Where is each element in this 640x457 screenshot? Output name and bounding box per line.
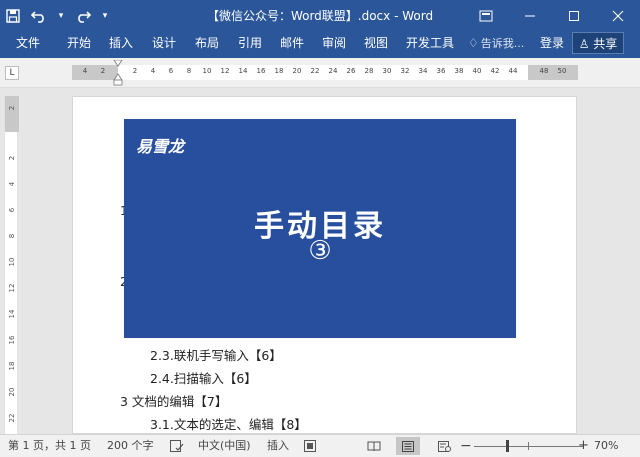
tell-me-search[interactable]: ♢ 告诉我... xyxy=(468,32,524,58)
ruler-tick: 4 xyxy=(82,67,88,75)
banner-number: ③ xyxy=(308,236,332,266)
ruler-tick: 32 xyxy=(400,67,410,75)
vruler-tick: 12 xyxy=(8,283,16,293)
vruler-tick: 14 xyxy=(8,309,16,319)
minimize-icon[interactable] xyxy=(508,0,552,32)
vruler-tick: 22 xyxy=(8,413,16,423)
tab-design[interactable]: 设计 xyxy=(152,32,176,58)
indent-marker-icon[interactable] xyxy=(113,60,123,86)
save-icon[interactable] xyxy=(0,0,26,32)
ruler-tick: 30 xyxy=(382,67,392,75)
ruler-tick: 20 xyxy=(292,67,302,75)
ruler-left-margin xyxy=(72,65,118,80)
document-title: 【微信公众号：Word联盟】.docx - Word xyxy=(206,9,434,23)
word-count[interactable]: 200 个字 xyxy=(107,435,154,457)
redo-icon[interactable] xyxy=(70,0,96,32)
ruler-tick: 24 xyxy=(328,67,338,75)
ruler-tick: 2 xyxy=(132,67,138,75)
ruler-tick: 50 xyxy=(557,67,567,75)
person-icon: ♙ xyxy=(578,37,594,51)
vertical-ruler[interactable]: 2 2 4 6 8 10 12 14 16 18 20 22 xyxy=(4,96,19,434)
vruler-tick: 6 xyxy=(8,207,16,213)
zoom-out-icon[interactable]: − xyxy=(460,435,472,457)
toc-line[interactable]: 2.3.联机手写输入【6】 xyxy=(150,345,282,364)
ruler-tick: 28 xyxy=(364,67,374,75)
window-controls xyxy=(464,0,640,32)
vruler-tick: 4 xyxy=(8,181,16,187)
vruler-tick: 2 xyxy=(8,155,16,161)
ruler-tick: 22 xyxy=(310,67,320,75)
lightbulb-icon: ♢ xyxy=(468,36,479,50)
ruler-tick: 42 xyxy=(490,67,500,75)
vruler-tick: 2 xyxy=(8,105,16,111)
toc-line[interactable]: 3 文档的编辑【7】 xyxy=(120,391,227,410)
undo-dropdown-icon[interactable]: ▾ xyxy=(52,0,70,32)
tab-review[interactable]: 审阅 xyxy=(322,32,346,58)
macro-record-icon[interactable] xyxy=(304,435,316,457)
ruler-tick: 36 xyxy=(436,67,446,75)
zoom-slider-center-mark xyxy=(528,442,529,450)
close-icon[interactable] xyxy=(596,0,640,32)
ruler-tick: 34 xyxy=(418,67,428,75)
tab-insert[interactable]: 插入 xyxy=(109,32,133,58)
tab-mailings[interactable]: 邮件 xyxy=(280,32,304,58)
ruler-tick: 12 xyxy=(220,67,230,75)
ruler-tick: 16 xyxy=(256,67,266,75)
maximize-icon[interactable] xyxy=(552,0,596,32)
share-label: 共享 xyxy=(593,37,618,51)
horizontal-ruler[interactable]: 4 2 2 4 6 8 10 12 14 16 18 20 22 24 26 2… xyxy=(72,65,578,80)
vruler-tick: 18 xyxy=(8,361,16,371)
ruler-tick: 4 xyxy=(150,67,156,75)
print-layout-icon[interactable] xyxy=(396,437,420,455)
ruler-tick: 38 xyxy=(454,67,464,75)
login-button[interactable]: 登录 xyxy=(540,32,564,58)
tab-home[interactable]: 开始 xyxy=(67,32,91,58)
ruler-area: L 4 2 2 4 6 8 10 12 14 16 18 20 22 24 26… xyxy=(0,58,640,88)
vruler-tick: 20 xyxy=(8,387,16,397)
toc-line[interactable]: 3.1.文本的选定、编辑【8】 xyxy=(150,414,307,433)
zoom-slider[interactable] xyxy=(474,446,584,447)
ruler-tick: 44 xyxy=(508,67,518,75)
customize-qat-icon[interactable]: ▾ xyxy=(96,0,114,32)
brand-logo: 易雪龙 xyxy=(136,137,185,156)
toc-line[interactable]: 2.4.扫描输入【6】 xyxy=(150,368,257,387)
tab-layout[interactable]: 布局 xyxy=(195,32,219,58)
ruler-right-margin xyxy=(528,65,578,80)
title-bar: ▾ ▾ 【微信公众号：Word联盟】.docx - Word xyxy=(0,0,640,32)
vruler-tick: 8 xyxy=(8,233,16,239)
insert-mode[interactable]: 插入 xyxy=(267,435,289,457)
ruler-tick: 10 xyxy=(202,67,212,75)
ruler-tick: 40 xyxy=(472,67,482,75)
vruler-tick: 16 xyxy=(8,335,16,345)
ruler-tick: 26 xyxy=(346,67,356,75)
page-count[interactable]: 第 1 页，共 1 页 xyxy=(8,435,91,457)
proofing-icon[interactable] xyxy=(170,435,184,457)
tab-file[interactable]: 文件 xyxy=(16,32,40,58)
tab-references[interactable]: 引用 xyxy=(238,32,262,58)
ribbon-tabs: 文件 开始 插入 设计 布局 引用 邮件 审阅 视图 开发工具 ♢ 告诉我... … xyxy=(0,32,640,58)
tell-me-label: 告诉我... xyxy=(480,37,525,50)
language[interactable]: 中文(中国) xyxy=(198,435,251,457)
ribbon-display-options-icon[interactable] xyxy=(464,0,508,32)
zoom-level[interactable]: 70% xyxy=(594,435,618,457)
zoom-in-icon[interactable]: + xyxy=(578,435,589,457)
tab-developer[interactable]: 开发工具 xyxy=(406,32,454,58)
web-layout-icon[interactable] xyxy=(432,437,456,455)
ruler-tick: 48 xyxy=(539,67,549,75)
share-button[interactable]: ♙ 共享 xyxy=(572,32,624,54)
vruler-tick: 10 xyxy=(8,257,16,267)
status-bar: 第 1 页，共 1 页 200 个字 中文(中国) 插入 − + 70% xyxy=(0,434,640,457)
zoom-slider-thumb[interactable] xyxy=(506,440,509,452)
ruler-tick: 18 xyxy=(274,67,284,75)
ruler-tick: 2 xyxy=(100,67,106,75)
tab-selector[interactable]: L xyxy=(5,66,19,80)
ruler-tick: 8 xyxy=(186,67,192,75)
undo-icon[interactable] xyxy=(26,0,52,32)
tab-view[interactable]: 视图 xyxy=(364,32,388,58)
read-mode-icon[interactable] xyxy=(362,437,386,455)
ruler-tick: 14 xyxy=(238,67,248,75)
title-banner: 易雪龙 手动目录 ③ xyxy=(124,119,516,338)
quick-access-toolbar: ▾ ▾ xyxy=(0,0,114,32)
ruler-tick: 6 xyxy=(168,67,174,75)
